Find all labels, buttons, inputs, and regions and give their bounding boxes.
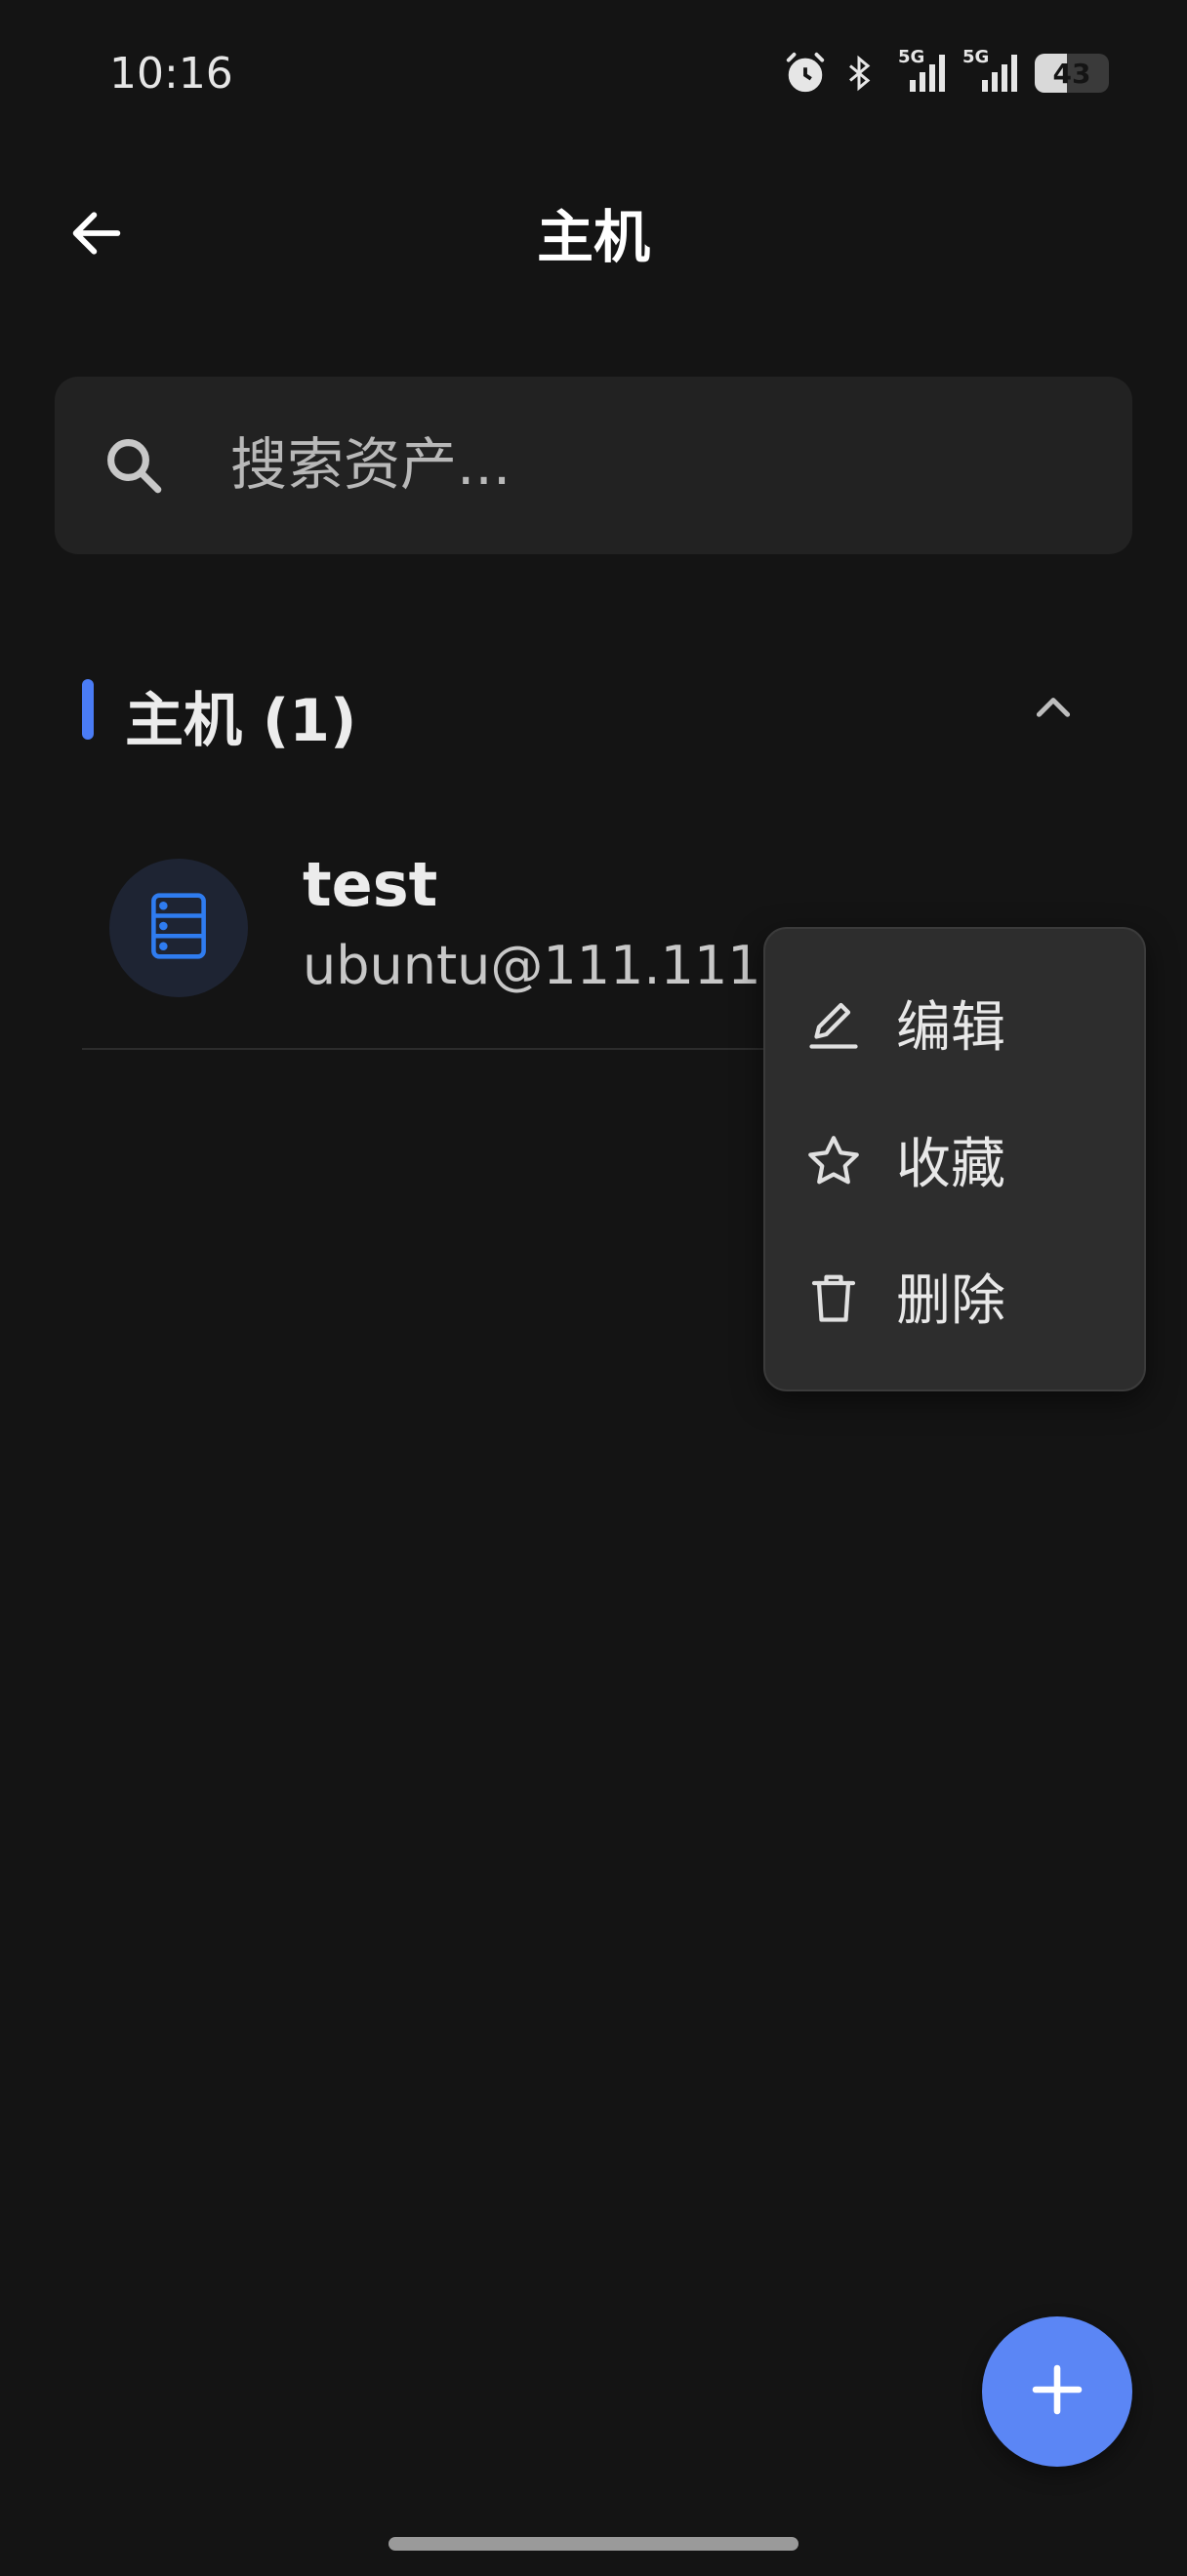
battery-level: 43 — [1052, 57, 1091, 90]
menu-item-delete[interactable]: 删除 — [765, 1228, 1144, 1364]
trash-icon — [804, 1268, 863, 1327]
home-indicator[interactable] — [389, 2537, 798, 2551]
collapse-section-button[interactable] — [1009, 673, 1097, 747]
chevron-up-icon — [1029, 684, 1078, 737]
host-avatar — [109, 859, 248, 997]
search-input[interactable] — [230, 416, 1089, 513]
section-header: 主机 (1) — [82, 673, 1097, 755]
battery-indicator: 43 — [1035, 54, 1109, 93]
context-menu: 编辑 收藏 删除 — [763, 927, 1146, 1391]
section-title: 主机 (1) — [125, 687, 357, 755]
menu-item-label: 删除 — [896, 1268, 1005, 1333]
menu-item-favorite[interactable]: 收藏 — [765, 1091, 1144, 1228]
menu-item-label: 收藏 — [896, 1132, 1005, 1196]
add-host-button[interactable] — [982, 2316, 1132, 2467]
plus-icon — [1025, 2357, 1089, 2426]
cellular-signal-icon: 5G — [890, 47, 949, 96]
alarm-icon — [783, 51, 828, 96]
battery-icon: 43 — [1035, 54, 1109, 93]
menu-item-label: 编辑 — [896, 995, 1005, 1060]
host-name: test — [303, 849, 438, 920]
network-type-label: 5G — [898, 47, 925, 67]
menu-item-edit[interactable]: 编辑 — [765, 954, 1144, 1091]
search-icon — [102, 433, 166, 502]
app-header: 主机 — [0, 156, 1187, 302]
bluetooth-icon — [841, 51, 877, 96]
cellular-signal-icon: 5G — [962, 47, 1021, 96]
status-icons: 5G 5G 43 — [783, 47, 1109, 96]
network-type-label: 5G — [962, 47, 990, 67]
star-icon — [804, 1132, 863, 1190]
status-bar: 10:16 5G 5G 43 — [0, 0, 1187, 156]
status-time: 10:16 — [109, 49, 233, 99]
page-title: 主机 — [536, 204, 650, 270]
server-icon — [144, 890, 213, 966]
search-bar[interactable] — [55, 377, 1132, 554]
edit-icon — [804, 995, 863, 1054]
section-accent-bar — [82, 679, 94, 740]
